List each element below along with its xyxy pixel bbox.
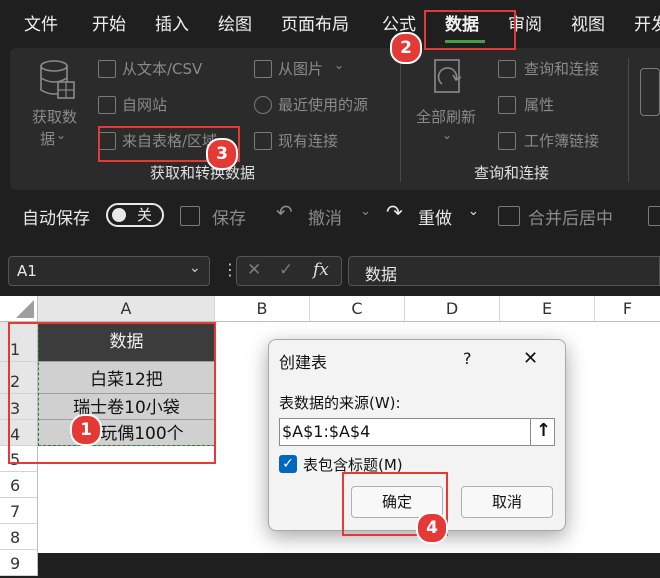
annotation-badge-4: 4: [416, 512, 448, 544]
row-header-6[interactable]: 6: [0, 472, 38, 498]
dialog-title: 创建表: [279, 353, 328, 372]
database-icon: [40, 60, 75, 99]
toggle-state-label: 关: [137, 206, 153, 224]
formula-controls: ✕ ✓ fx: [236, 256, 342, 286]
ribbon-tab-bar: 文件 开始 插入 绘图 页面布局 公式 数据 审阅 视图 开发: [0, 0, 660, 48]
connections-icon: [254, 132, 272, 150]
annotation-badge-2: 2: [390, 32, 422, 64]
ribbon-divider: [400, 58, 401, 182]
chevron-down-icon: ⌄: [442, 128, 453, 142]
from-web-button[interactable]: 自网站: [122, 94, 167, 115]
column-header-e[interactable]: E: [500, 296, 595, 322]
tab-formulas[interactable]: 公式: [382, 10, 416, 35]
merge-center-button[interactable]: 合并后居中: [528, 204, 613, 229]
properties-button[interactable]: 属性: [524, 94, 554, 115]
select-all-button[interactable]: [0, 296, 38, 322]
more-icon: [648, 206, 660, 226]
name-box[interactable]: A1 ⌄: [8, 256, 210, 286]
cancel-icon[interactable]: ✕: [247, 260, 261, 280]
annotation-badge-1: 1: [70, 414, 102, 446]
input-divider: [530, 419, 531, 445]
range-value: $A$1:$A$4: [282, 422, 371, 441]
tab-page-layout[interactable]: 页面布局: [281, 10, 349, 35]
column-header-a[interactable]: A: [38, 296, 215, 322]
column-header-d[interactable]: D: [405, 296, 500, 322]
workbook-links-button[interactable]: 工作簿链接: [524, 130, 599, 151]
undo-icon[interactable]: ↶: [276, 200, 293, 224]
cancel-button[interactable]: 取消: [461, 486, 553, 518]
tab-insert[interactable]: 插入: [155, 10, 189, 35]
range-input[interactable]: $A$1:$A$4 ↑: [279, 418, 555, 446]
tab-developer[interactable]: 开发: [634, 10, 660, 35]
confirm-icon[interactable]: ✓: [279, 260, 293, 280]
next-group-icon: [640, 68, 660, 116]
get-data-label-2: 据: [40, 130, 56, 148]
column-header-c[interactable]: C: [310, 296, 405, 322]
refresh-all-button[interactable]: 全部刷新 ⌄: [410, 56, 486, 148]
clock-icon: [254, 96, 272, 114]
workbook-links-icon: [498, 132, 516, 150]
annotation-box-data-tab: [424, 10, 516, 50]
refresh-icon: [434, 59, 462, 93]
undo-button[interactable]: 撤消: [308, 204, 342, 229]
chevron-down-icon: ⌄: [334, 58, 345, 72]
get-data-button[interactable]: 获取数 据 ⌄: [26, 56, 88, 148]
column-header-f[interactable]: F: [595, 296, 660, 322]
tab-home[interactable]: 开始: [92, 10, 126, 35]
annotation-box-range: [8, 322, 216, 464]
picture-icon: [254, 60, 272, 78]
name-box-value: A1: [17, 262, 37, 280]
save-button[interactable]: 保存: [212, 204, 246, 229]
merge-center-icon: [498, 206, 520, 226]
properties-icon: [498, 96, 516, 114]
from-picture-button[interactable]: 从图片: [278, 58, 323, 79]
row-header-9[interactable]: 9: [0, 550, 38, 576]
save-icon[interactable]: [180, 206, 200, 226]
fx-icon[interactable]: fx: [313, 260, 329, 280]
close-button[interactable]: ✕: [523, 348, 538, 369]
formula-value: 数据: [365, 265, 398, 284]
row-header-7[interactable]: 7: [0, 498, 38, 524]
ribbon-divider: [628, 58, 629, 182]
redo-icon[interactable]: ↷: [386, 200, 403, 224]
source-label: 表数据的来源(W):: [279, 394, 401, 412]
select-all-triangle-icon: [16, 300, 34, 318]
from-text-csv-button[interactable]: 从文本/CSV: [122, 58, 202, 79]
chevron-down-icon[interactable]: ⌄: [189, 260, 201, 276]
web-icon: [98, 96, 116, 114]
refresh-all-label: 全部刷新: [416, 108, 477, 126]
existing-connections-button[interactable]: 现有连接: [278, 130, 338, 151]
annotation-badge-3: 3: [206, 138, 238, 170]
chevron-down-icon[interactable]: ⌄: [360, 204, 371, 219]
queries-icon: [498, 60, 516, 78]
group-label-queries: 查询和连接: [474, 164, 550, 182]
tab-file[interactable]: 文件: [24, 10, 58, 35]
queries-connections-button[interactable]: 查询和连接: [524, 58, 599, 79]
tab-view[interactable]: 视图: [571, 10, 605, 35]
redo-button[interactable]: 重做: [418, 204, 452, 229]
toggle-knob: [112, 208, 126, 222]
text-file-icon: [98, 60, 116, 78]
row-header-8[interactable]: 8: [0, 524, 38, 550]
autosave-label: 自动保存: [22, 209, 90, 229]
chevron-down-icon: ⌄: [56, 128, 67, 142]
help-button[interactable]: ?: [463, 349, 472, 368]
formula-input[interactable]: 数据: [348, 256, 660, 286]
chevron-down-icon[interactable]: ⌄: [468, 204, 479, 219]
has-headers-checkbox[interactable]: ✓: [279, 455, 297, 473]
get-data-label: 获取数: [32, 108, 78, 126]
recent-sources-button[interactable]: 最近使用的源: [278, 94, 368, 115]
column-header-b[interactable]: B: [215, 296, 310, 322]
collapse-dialog-icon[interactable]: ↑: [536, 420, 551, 441]
group-label-get-transform: 获取和转换数据: [150, 164, 256, 182]
tab-draw[interactable]: 绘图: [218, 10, 252, 35]
